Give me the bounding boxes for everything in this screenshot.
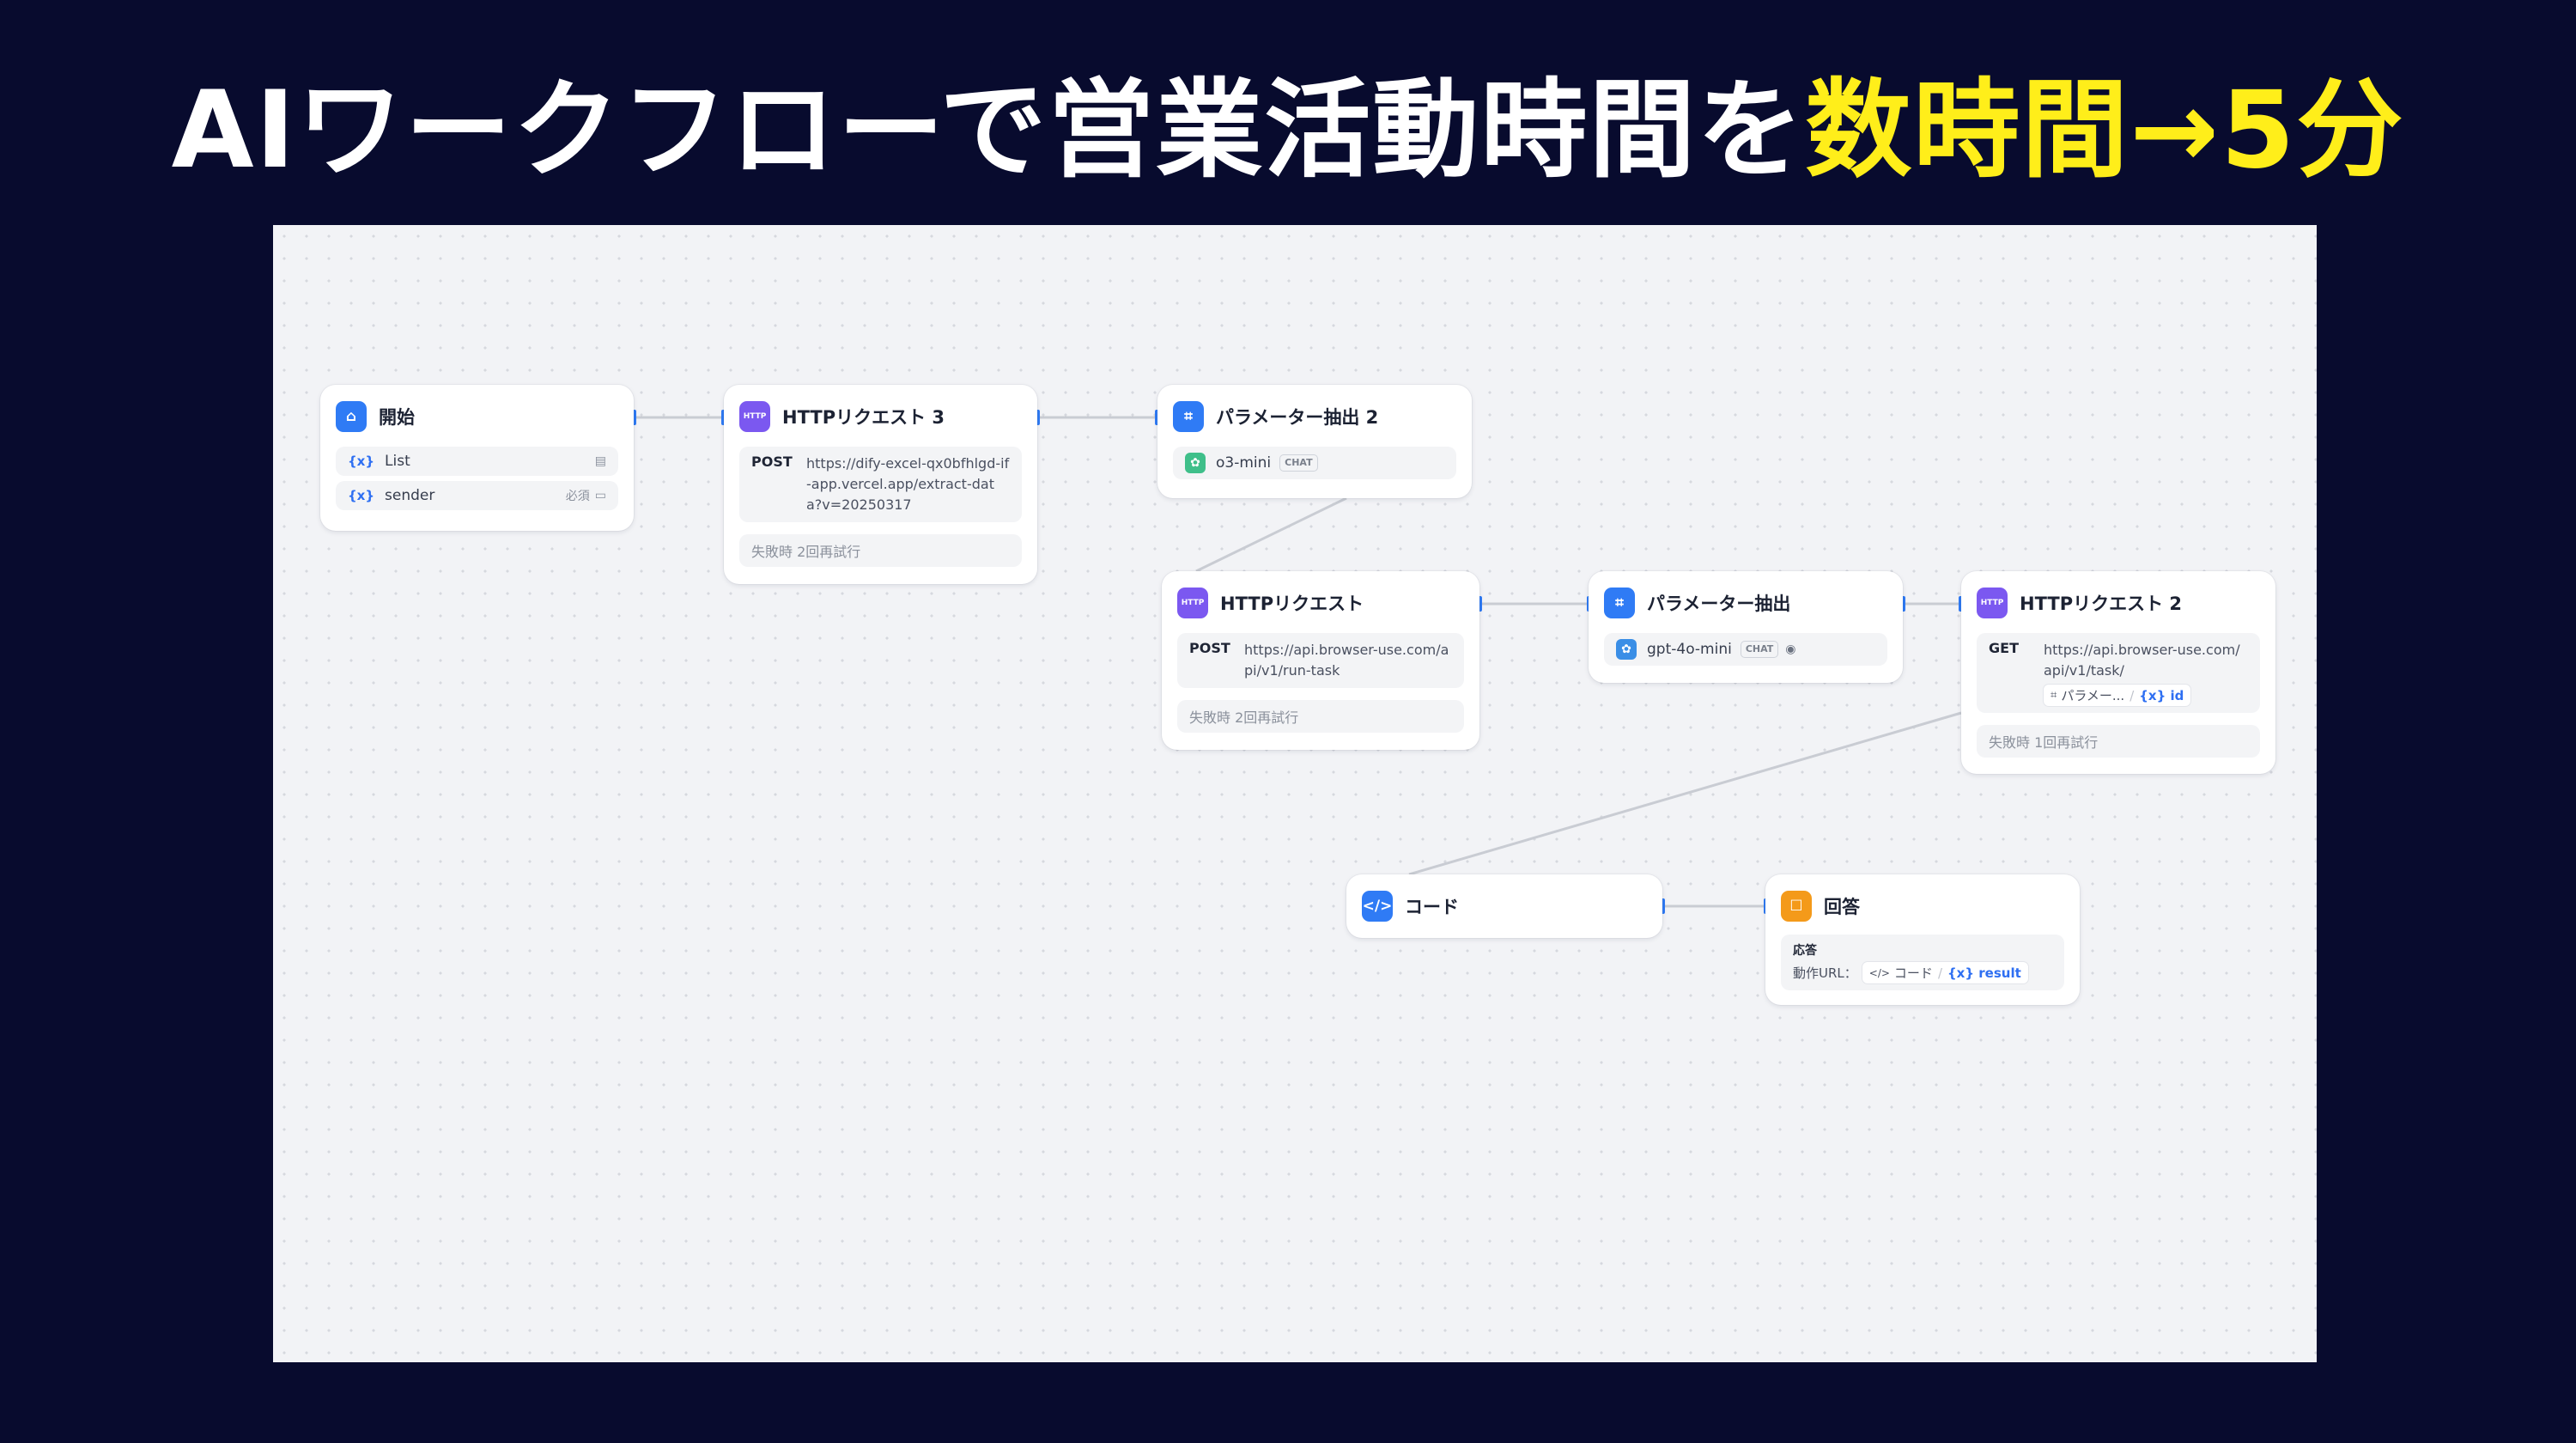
node-answer[interactable]: ☐ 回答 応答 動作URL： </> コード / {x} result (1765, 874, 2080, 1005)
http-url: https://api.browser-use.com/api/v1/task/ (2044, 642, 2240, 679)
retry-label: 失敗時 2回再試行 (751, 544, 861, 560)
edge-param2-http1 (1195, 496, 1347, 573)
answer-content[interactable]: 応答 動作URL： </> コード / {x} result (1781, 935, 2064, 990)
file-list-icon: ▤ (594, 454, 606, 468)
http-icon: HTTP (739, 401, 770, 432)
http-method: POST (1189, 640, 1230, 656)
http3-request-row[interactable]: POST https://dify-excel-qx0bfhlgd-if-app… (739, 447, 1022, 522)
chip-node-name: コード (1893, 965, 1933, 981)
chip-node-name: パラメー... (2061, 688, 2125, 703)
node-param1[interactable]: ⌗ パラメーター抽出 ✿ gpt-4o-mini CHAT ◉ (1589, 571, 1903, 683)
text-field-icon: ▭ (594, 489, 606, 502)
answer-line-label: 動作URL： (1793, 965, 1857, 981)
node-http3[interactable]: HTTP HTTPリクエスト 3 POST https://dify-excel… (724, 385, 1037, 584)
start-var-row[interactable]: {x} List ▤ (336, 447, 618, 476)
node-param2-title: パラメーター抽出 2 (1216, 407, 1379, 428)
chip-variable-name: id (2170, 687, 2184, 703)
chat-tag: CHAT (1279, 454, 1318, 472)
node-http2-title: HTTPリクエスト 2 (2020, 594, 2183, 614)
http-method: POST (751, 454, 793, 470)
http-url-block: https://api.browser-use.com/api/v1/task/… (2044, 640, 2248, 706)
http-url: https://api.browser-use.com/api/v1/run-t… (1244, 642, 1449, 679)
required-label: 必須 (565, 490, 590, 503)
start-var-row[interactable]: {x} sender 必須 ▭ (336, 481, 618, 510)
slide-title: AIワークフローで営業活動時間を数時間→5分 (0, 70, 2576, 191)
parameter-extractor-icon: ⌗ (2050, 689, 2057, 702)
chat-tag: CHAT (1740, 641, 1779, 658)
openai-model-icon: ✿ (1185, 453, 1206, 473)
variable-icon: {x} (348, 454, 375, 469)
start-var-name: sender (385, 487, 435, 504)
node-http1[interactable]: HTTP HTTPリクエスト POST https://api.browser-… (1162, 571, 1479, 750)
vision-eye-icon: ◉ (1785, 642, 1796, 656)
answer-label: 応答 (1793, 944, 1817, 958)
start-var-name: List (385, 453, 410, 470)
node-start-title: 開始 (379, 407, 415, 428)
http-method: GET (1989, 640, 2019, 656)
node-code-title: コード (1405, 897, 1459, 917)
model-name: gpt-4o-mini (1647, 641, 1732, 658)
http-url: https://dify-excel-qx0bfhlgd-if-app.verc… (806, 455, 1010, 513)
variable-icon: {x} (348, 488, 375, 503)
http2-request-row[interactable]: GET https://api.browser-use.com/api/v1/t… (1977, 633, 2260, 713)
node-http3-title: HTTPリクエスト 3 (782, 407, 945, 428)
node-code[interactable]: </> コード (1346, 874, 1662, 938)
http3-retry-row: 失敗時 2回再試行 (739, 534, 1022, 567)
variable-icon: {x} (1947, 965, 1975, 981)
node-http1-title: HTTPリクエスト (1220, 594, 1364, 614)
parameter-extractor-icon: ⌗ (1173, 401, 1204, 432)
variable-reference-chip[interactable]: ⌗ パラメー... / {x} id (2044, 685, 2191, 706)
http2-retry-row: 失敗時 1回再試行 (1977, 725, 2260, 758)
chip-variable: {x} result (1947, 965, 2021, 981)
chip-separator: / (2129, 687, 2135, 703)
node-http2[interactable]: HTTP HTTPリクエスト 2 GET https://api.browser… (1961, 571, 2275, 774)
code-icon: </> (1868, 966, 1890, 979)
http-icon: HTTP (1177, 588, 1208, 618)
node-start[interactable]: ⌂ 開始 {x} List ▤ {x} sender 必須 ▭ (320, 385, 634, 531)
workflow-canvas[interactable]: ⌂ 開始 {x} List ▤ {x} sender 必須 ▭ HTTP HTTP… (273, 225, 2317, 1362)
chip-variable: {x} id (2139, 688, 2184, 703)
code-icon: </> (1362, 891, 1393, 922)
answer-line: 動作URL： </> コード / {x} result (1793, 962, 2052, 983)
title-highlight: 数時間→5分 (1805, 69, 2405, 192)
param1-model-row[interactable]: ✿ gpt-4o-mini CHAT ◉ (1604, 633, 1887, 666)
node-answer-title: 回答 (1824, 897, 1860, 917)
chip-separator: / (1937, 965, 1942, 981)
answer-icon: ☐ (1781, 891, 1812, 922)
node-param2[interactable]: ⌗ パラメーター抽出 2 ✿ o3-mini CHAT (1157, 385, 1472, 498)
http1-request-row[interactable]: POST https://api.browser-use.com/api/v1/… (1177, 633, 1464, 688)
variable-icon: {x} (2139, 687, 2166, 703)
param2-model-row[interactable]: ✿ o3-mini CHAT (1173, 447, 1456, 479)
retry-label: 失敗時 1回再試行 (1989, 734, 2099, 751)
home-icon: ⌂ (336, 401, 367, 432)
variable-reference-chip[interactable]: </> コード / {x} result (1862, 962, 2028, 983)
http1-retry-row: 失敗時 2回再試行 (1177, 700, 1464, 733)
parameter-extractor-icon: ⌗ (1604, 588, 1635, 618)
chip-variable-name: result (1978, 965, 2021, 981)
model-name: o3-mini (1216, 454, 1272, 472)
edge-http2-code (1408, 711, 1962, 876)
start-var-meta: 必須 ▭ (566, 487, 606, 504)
node-param1-title: パラメーター抽出 (1647, 594, 1791, 614)
title-main: AIワークフローで営業活動時間を (171, 69, 1806, 192)
http-icon: HTTP (1977, 588, 2008, 618)
openai-model-icon: ✿ (1616, 639, 1637, 660)
retry-label: 失敗時 2回再試行 (1189, 709, 1299, 726)
